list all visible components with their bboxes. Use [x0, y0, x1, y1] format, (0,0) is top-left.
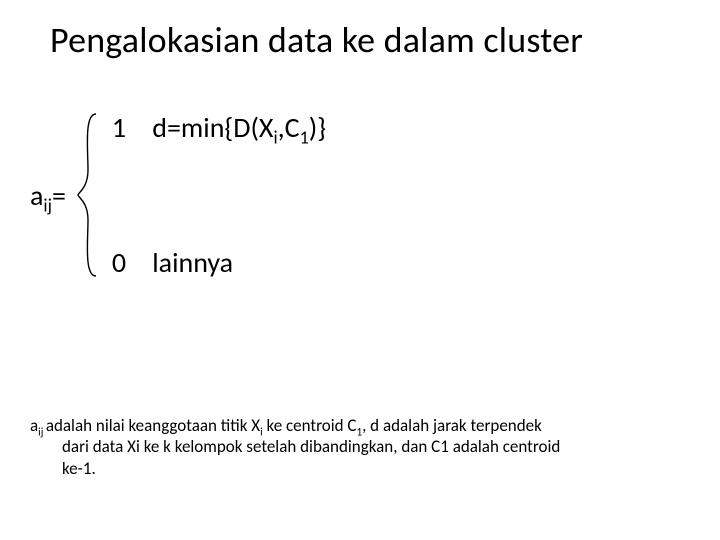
fn-a-sub: ij	[38, 424, 46, 438]
fn-a: a	[30, 415, 38, 436]
footnote: aij adalah nilai keanggotaan titik Xi ke…	[30, 415, 690, 479]
fn-b: adalah nilai keanggotaan titik X	[46, 415, 260, 436]
fn-line2: dari data Xi ke k kelompok setelah diban…	[30, 436, 690, 457]
lhs-var: a	[30, 178, 43, 213]
case-2-value: 0	[112, 245, 146, 280]
c1-prefix: d=min{D(X	[152, 110, 273, 145]
equation-cases: 1 d=min{D(Xi,C1)} 0 lainnya	[112, 110, 326, 280]
fn-d: , d adalah jarak terpendek	[362, 415, 542, 436]
c1-sub2: 1	[300, 127, 309, 149]
brace-icon	[74, 110, 104, 280]
case-1-value: 1	[112, 110, 146, 145]
c1-suffix: )}	[309, 110, 326, 145]
fn-line3: ke-1.	[30, 458, 690, 479]
case-2-cond: lainnya	[152, 245, 233, 280]
slide-body: aij= 1 d=min{D(Xi,C1)} 0 lainnya	[30, 100, 690, 290]
lhs-sub: ij	[43, 194, 52, 216]
case-2: 0 lainnya	[112, 245, 326, 280]
fn-c: ke centroid C	[263, 415, 357, 436]
slide: Pengalokasian data ke dalam cluster aij=…	[0, 0, 720, 540]
case-1-cond: d=min{D(Xi,C1)}	[152, 110, 326, 145]
equation-lhs: aij=	[30, 178, 66, 213]
slide-title: Pengalokasian data ke dalam cluster	[50, 18, 690, 62]
lhs-eq: =	[52, 178, 66, 213]
case-1: 1 d=min{D(Xi,C1)}	[112, 110, 326, 145]
left-brace	[74, 110, 104, 280]
c1-mid: ,C	[278, 110, 300, 145]
piecewise-equation: aij= 1 d=min{D(Xi,C1)} 0 lainnya	[30, 100, 690, 290]
